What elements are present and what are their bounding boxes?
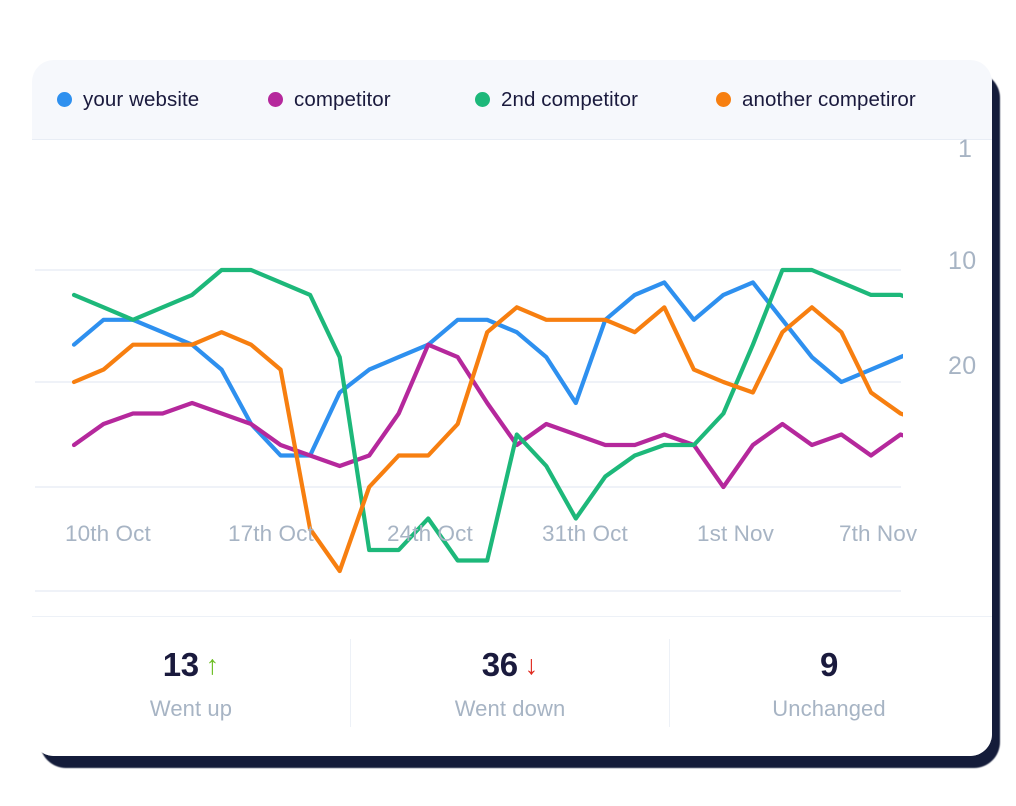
x-axis-tick: 7th Nov	[839, 521, 918, 546]
stat-caption: Unchanged	[772, 696, 886, 721]
legend-label: competitor	[294, 87, 391, 111]
y-axis-tick: 1	[958, 135, 973, 163]
x-axis-tick: 17th Oct	[228, 521, 314, 546]
stat-unchanged: 9 Unchanged	[670, 645, 988, 722]
chart-series-line[interactable]	[71, 342, 903, 490]
legend-label: another competiror	[742, 87, 916, 111]
legend-label: 2nd competitor	[501, 87, 639, 111]
y-axis-tick: 20	[948, 352, 977, 380]
rank-chart: 1 10 20 10th Oct 17th Oct 24th Oct 31th Oct…	[32, 135, 992, 616]
screenshot-root: your website competitor 2nd competitor a…	[0, 0, 1016, 806]
stat-value: 36	[481, 646, 518, 683]
stat-value-row: 9	[670, 645, 988, 685]
stat-value-row: 36 ↓	[351, 645, 669, 685]
stat-value-row: 13 ↑	[32, 645, 350, 685]
legend-dot-icon	[475, 92, 490, 107]
arrow-up-icon: ↑	[205, 649, 220, 680]
legend-item-another-competitor[interactable]: another competiror	[716, 88, 916, 112]
stat-value: 9	[820, 646, 838, 683]
x-axis-tick: 31th Oct	[542, 521, 628, 546]
stat-caption: Went up	[149, 696, 233, 721]
x-axis-tick: 24th Oct	[387, 521, 473, 546]
legend-dot-icon	[57, 92, 72, 107]
legend-dot-icon	[716, 92, 731, 107]
x-axis-tick: 10th Oct	[65, 521, 151, 546]
summary-footer: 13 ↑ Went up 36 ↓ Went down 9 Unchanged	[32, 616, 992, 756]
legend-label: your website	[83, 87, 200, 111]
x-axis-tick: 1st Nov	[697, 521, 774, 546]
stat-caption: Went down	[454, 696, 566, 721]
chart-legend: your website competitor 2nd competitor a…	[32, 60, 992, 140]
y-axis-tick: 10	[948, 247, 977, 275]
chart-series-line[interactable]	[71, 280, 903, 458]
stat-went-up: 13 ↑ Went up	[32, 645, 350, 722]
stat-went-down: 36 ↓ Went down	[351, 645, 669, 722]
legend-item-your-website[interactable]: your website	[57, 88, 199, 112]
legend-item-competitor[interactable]: competitor	[268, 88, 391, 112]
rank-tracking-card: your website competitor 2nd competitor a…	[32, 60, 992, 756]
arrow-down-icon: ↓	[524, 649, 539, 680]
stat-value: 13	[162, 646, 199, 683]
legend-dot-icon	[268, 92, 283, 107]
legend-item-2nd-competitor[interactable]: 2nd competitor	[475, 88, 638, 112]
chart-x-axis: 10th Oct 17th Oct 24th Oct 31th Oct 1st Nov 7…	[32, 521, 992, 581]
